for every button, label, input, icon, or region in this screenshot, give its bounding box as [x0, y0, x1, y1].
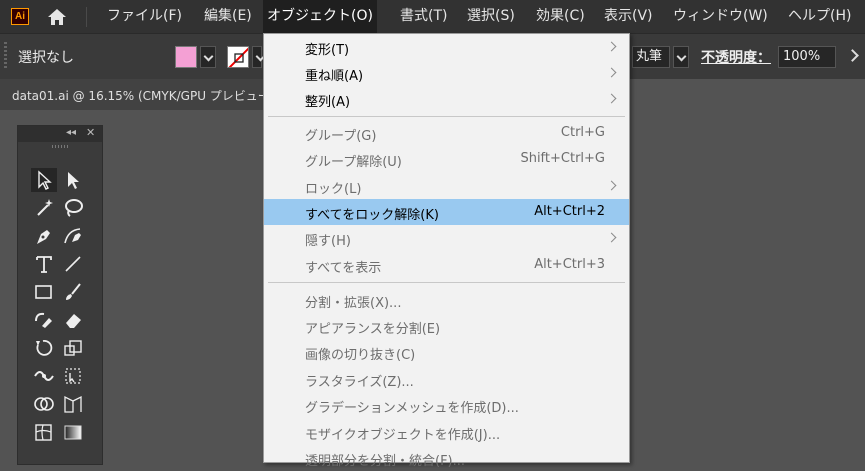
- menu-select[interactable]: 選択(S): [463, 0, 519, 33]
- menu-item-expand-appearance[interactable]: アピアランスを分割(E): [264, 313, 629, 339]
- menu-item-label: 隠す(H): [305, 234, 351, 249]
- type-tool-icon[interactable]: [31, 252, 57, 276]
- brush-dropdown-chevron-icon[interactable]: [673, 46, 689, 68]
- rotate-tool-icon[interactable]: [31, 336, 57, 360]
- panel-grip[interactable]: [52, 145, 70, 148]
- tools-panel-header[interactable]: ◂◂ ✕: [18, 126, 102, 142]
- menu-item-label: グループ解除(U): [305, 155, 402, 170]
- gradient-tool-icon[interactable]: [60, 420, 86, 444]
- stroke-dropdown-chevron-icon[interactable]: [252, 46, 262, 68]
- menu-item-align[interactable]: 整列(A): [264, 86, 629, 112]
- object-menu-dropdown: 変形(T) 重ね順(A) 整列(A) グループ(G) Ctrl+G グループ解除…: [263, 33, 630, 469]
- panel-grip[interactable]: [4, 42, 7, 70]
- menu-effect[interactable]: 効果(C): [532, 0, 589, 33]
- menu-item-shortcut: Ctrl+G: [560, 125, 605, 140]
- menu-item-expand[interactable]: 分割・拡張(X)...: [264, 287, 629, 313]
- submenu-arrow-icon: [606, 67, 617, 78]
- direct-selection-tool-icon[interactable]: [60, 168, 86, 192]
- menu-item-label: モザイクオブジェクトを作成(J)...: [305, 428, 501, 443]
- menu-window[interactable]: ウィンドウ(W): [669, 0, 772, 33]
- menu-divider: [268, 282, 625, 283]
- menu-item-shortcut: Alt+Ctrl+2: [534, 204, 605, 219]
- menu-item-label: 分割・拡張(X)...: [305, 296, 402, 311]
- magic-wand-tool-icon[interactable]: [31, 196, 57, 220]
- menu-divider: [268, 116, 625, 117]
- menu-item-flatten-transparency[interactable]: 透明部分を分割・統合(F)...: [264, 445, 629, 471]
- menu-item-show-all[interactable]: すべてを表示 Alt+Ctrl+3: [264, 252, 629, 278]
- tools-panel: ◂◂ ✕: [17, 125, 103, 465]
- menu-item-rasterize[interactable]: ラスタライズ(Z)...: [264, 366, 629, 392]
- menu-item-create-object-mosaic[interactable]: モザイクオブジェクトを作成(J)...: [264, 419, 629, 445]
- scale-tool-icon[interactable]: [60, 336, 86, 360]
- perspective-grid-tool-icon[interactable]: [60, 392, 86, 416]
- paintbrush-tool-icon[interactable]: [60, 280, 86, 304]
- menu-item-label: 変形(T): [305, 43, 350, 58]
- menu-item-transform[interactable]: 変形(T): [264, 34, 629, 60]
- selection-status: 選択なし: [18, 50, 74, 66]
- menu-item-shortcut: Alt+Ctrl+3: [534, 257, 605, 272]
- menu-item-lock[interactable]: ロック(L): [264, 173, 629, 199]
- line-segment-tool-icon[interactable]: [60, 252, 86, 276]
- chevron-right-icon[interactable]: [846, 49, 859, 62]
- free-transform-tool-icon[interactable]: [60, 364, 86, 388]
- menu-bar: Ai ファイル(F) 編集(E) オブジェクト(O) 書式(T) 選択(S) 効…: [0, 0, 865, 33]
- document-tab-title: data01.ai @ 16.15% (CMYK/GPU プレビュー: [12, 89, 270, 103]
- menu-item-label: グラデーションメッシュを作成(D)...: [305, 401, 519, 416]
- shaper-tool-icon[interactable]: [31, 308, 57, 332]
- menu-item-label: ラスタライズ(Z)...: [305, 375, 414, 390]
- fill-color-swatch[interactable]: [175, 46, 197, 68]
- opacity-label[interactable]: 不透明度：: [701, 47, 771, 67]
- menu-item-label: グループ(G): [305, 129, 377, 144]
- menu-item-ungroup[interactable]: グループ解除(U) Shift+Ctrl+G: [264, 146, 629, 172]
- stroke-color-swatch[interactable]: [227, 46, 249, 68]
- submenu-arrow-icon: [606, 180, 617, 191]
- fill-dropdown-chevron-icon[interactable]: [200, 46, 216, 68]
- menu-item-label: 画像の切り抜き(C): [305, 348, 416, 363]
- menu-item-unlock-all[interactable]: すべてをロック解除(K) Alt+Ctrl+2: [264, 199, 629, 225]
- menu-edit[interactable]: 編集(E): [200, 0, 256, 33]
- menu-divider: [86, 7, 87, 27]
- submenu-arrow-icon: [606, 93, 617, 104]
- menu-item-label: 重ね順(A): [305, 69, 364, 84]
- width-tool-icon[interactable]: [31, 364, 57, 388]
- shape-builder-tool-icon[interactable]: [31, 392, 57, 416]
- mesh-tool-icon[interactable]: [31, 420, 57, 444]
- brush-definition-field[interactable]: 丸筆: [632, 46, 670, 68]
- menu-item-crop-image[interactable]: 画像の切り抜き(C): [264, 339, 629, 365]
- menu-item-hide[interactable]: 隠す(H): [264, 225, 629, 251]
- lasso-tool-icon[interactable]: [60, 196, 86, 220]
- menu-item-label: すべてをロック解除(K): [305, 208, 439, 223]
- menu-file[interactable]: ファイル(F): [103, 0, 186, 33]
- menu-item-label: アピアランスを分割(E): [305, 322, 441, 337]
- menu-item-label: ロック(L): [305, 182, 362, 197]
- menu-item-create-gradient-mesh[interactable]: グラデーションメッシュを作成(D)...: [264, 392, 629, 418]
- eraser-tool-icon[interactable]: [60, 308, 86, 332]
- collapse-icon[interactable]: ◂◂: [66, 127, 76, 138]
- menu-type[interactable]: 書式(T): [396, 0, 451, 33]
- submenu-arrow-icon: [606, 232, 617, 243]
- menu-item-label: 整列(A): [305, 95, 351, 110]
- opacity-input[interactable]: 100%: [778, 46, 836, 68]
- submenu-arrow-icon: [606, 41, 617, 52]
- menu-item-group[interactable]: グループ(G) Ctrl+G: [264, 120, 629, 146]
- rectangle-tool-icon[interactable]: [31, 280, 57, 304]
- menu-object[interactable]: オブジェクト(O): [263, 0, 377, 33]
- menu-item-arrange[interactable]: 重ね順(A): [264, 60, 629, 86]
- illustrator-logo-icon[interactable]: Ai: [11, 8, 29, 25]
- document-tab[interactable]: data01.ai @ 16.15% (CMYK/GPU プレビュー: [0, 79, 271, 110]
- pen-tool-icon[interactable]: [31, 224, 57, 248]
- menu-help[interactable]: ヘルプ(H): [784, 0, 855, 33]
- menu-item-shortcut: Shift+Ctrl+G: [520, 151, 605, 166]
- home-icon[interactable]: [46, 7, 68, 27]
- close-icon[interactable]: ✕: [86, 126, 95, 139]
- menu-item-label: すべてを表示: [305, 261, 382, 276]
- menu-view[interactable]: 表示(V): [600, 0, 657, 33]
- curvature-tool-icon[interactable]: [60, 224, 86, 248]
- selection-tool-icon[interactable]: [31, 168, 57, 192]
- menu-item-label: 透明部分を分割・統合(F)...: [305, 454, 466, 469]
